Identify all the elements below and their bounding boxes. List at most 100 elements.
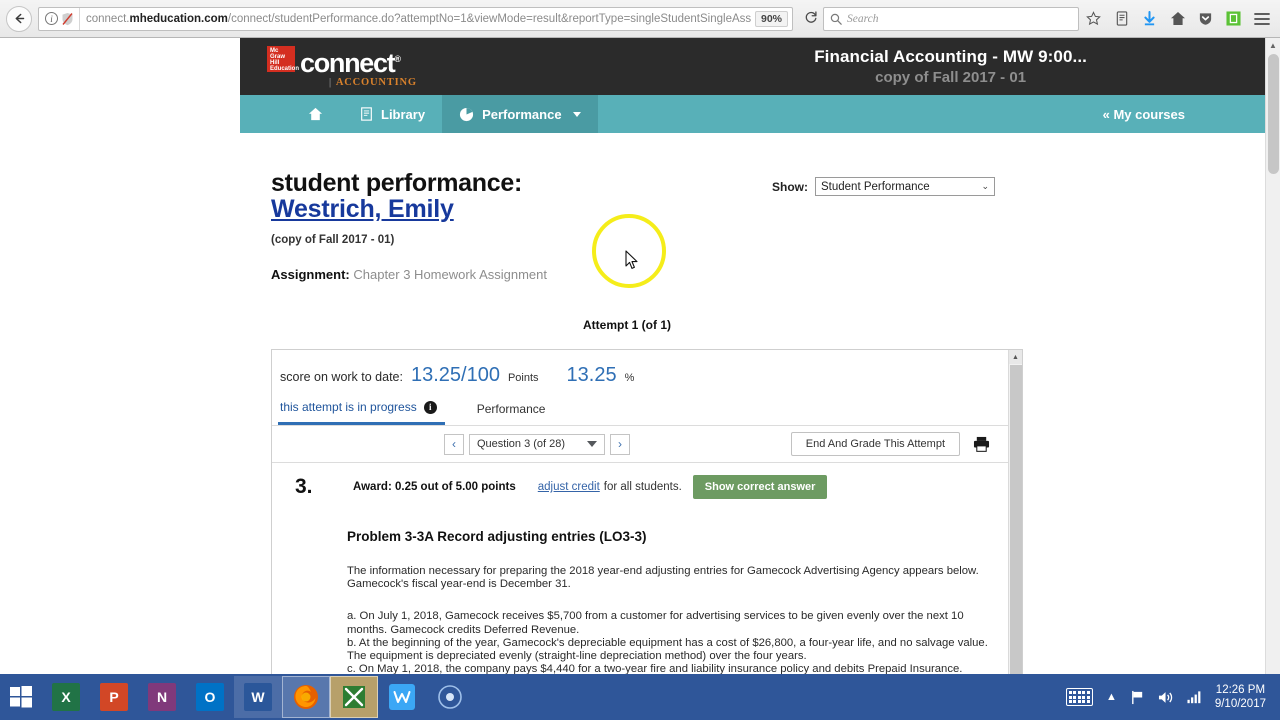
wps-writer-icon bbox=[389, 684, 415, 710]
nav-label-performance: Performance bbox=[482, 106, 562, 122]
taskbar-app-powerpoint[interactable]: P bbox=[90, 676, 138, 718]
bookmark-star-icon[interactable] bbox=[1085, 10, 1102, 27]
reload-button[interactable] bbox=[799, 10, 823, 27]
start-button[interactable] bbox=[0, 674, 42, 720]
site-info-icon[interactable]: i bbox=[45, 12, 58, 25]
question-dropdown[interactable]: Question 3 (of 28) bbox=[469, 433, 605, 455]
search-placeholder: Search bbox=[847, 12, 879, 25]
course-subtitle: copy of Fall 2017 - 01 bbox=[875, 69, 1027, 86]
main-nav: Library Performance « My courses bbox=[240, 95, 1265, 133]
show-correct-answer-button[interactable]: Show correct answer bbox=[692, 475, 828, 499]
connect-subject-label: | ACCOUNTING bbox=[329, 76, 417, 88]
scroll-up-icon[interactable]: ▲ bbox=[1009, 350, 1022, 364]
signal-strength-icon[interactable] bbox=[1187, 690, 1202, 704]
previous-question-button[interactable]: ‹ bbox=[444, 433, 464, 455]
outlook-icon: O bbox=[196, 683, 224, 711]
taskbar-app-outlook[interactable]: O bbox=[186, 676, 234, 718]
nav-item-home[interactable] bbox=[288, 95, 343, 133]
problem-heading: Problem 3-3A Record adjusting entries (L… bbox=[347, 529, 647, 544]
shield-blocked-icon[interactable] bbox=[61, 12, 74, 26]
show-dropdown-value: Student Performance bbox=[821, 180, 930, 193]
home-icon[interactable] bbox=[1169, 10, 1186, 27]
question-award-row: 3. Award: 0.25 out of 5.00 points adjust… bbox=[272, 463, 1022, 499]
firefox-icon bbox=[294, 685, 318, 709]
network-flag-icon[interactable] bbox=[1130, 690, 1145, 705]
excel-icon: X bbox=[52, 683, 80, 711]
percent-sign: % bbox=[624, 372, 635, 384]
keyboard-icon[interactable] bbox=[1065, 688, 1093, 706]
award-text: Award: 0.25 out of 5.00 points bbox=[353, 481, 516, 493]
score-value: 13.25/100 bbox=[410, 364, 500, 386]
clock[interactable]: 12:26 PM 9/10/2017 bbox=[1215, 683, 1270, 711]
taskbar-app-wps[interactable] bbox=[378, 676, 426, 718]
question-number: 3. bbox=[295, 475, 313, 498]
page-scrollbar[interactable]: ▲ bbox=[1265, 38, 1280, 674]
taskbar-app-onenote[interactable]: N bbox=[138, 676, 186, 718]
nav-label-library: Library bbox=[381, 106, 426, 122]
taskbar-app-camtasia[interactable] bbox=[330, 676, 378, 718]
tab-label-performance: Performance bbox=[476, 401, 546, 416]
show-label: Show: bbox=[772, 179, 808, 194]
next-question-button[interactable]: › bbox=[610, 433, 630, 455]
info-icon[interactable]: i bbox=[423, 400, 437, 414]
course-header: Financial Accounting - MW 9:00... copy o… bbox=[814, 47, 1087, 86]
assignment-name: Chapter 3 Homework Assignment bbox=[353, 267, 548, 282]
award-value: 0.25 out of 5.00 points bbox=[394, 481, 516, 493]
tab-performance[interactable]: Performance bbox=[475, 402, 554, 424]
chevron-down-icon bbox=[587, 441, 597, 447]
assignment-label: Assignment: bbox=[271, 267, 350, 282]
word-icon: W bbox=[244, 683, 272, 711]
performance-icon bbox=[460, 107, 474, 121]
connect-wordmark: connect® bbox=[300, 47, 401, 78]
browser-toolbar: i connect.mheducation.com/connect/studen… bbox=[0, 0, 1280, 38]
back-button[interactable] bbox=[6, 5, 32, 32]
volume-icon[interactable] bbox=[1158, 690, 1174, 705]
nav-item-library[interactable]: Library bbox=[343, 95, 442, 133]
address-bar[interactable]: i connect.mheducation.com/connect/studen… bbox=[38, 6, 793, 31]
score-percent: 13.25 bbox=[566, 364, 617, 386]
camtasia-icon bbox=[343, 686, 365, 708]
page-scroll-thumb[interactable] bbox=[1268, 54, 1279, 174]
score-unit: Points bbox=[507, 372, 539, 384]
course-copy-label: (copy of Fall 2017 - 01) bbox=[271, 234, 395, 246]
system-tray: ▲ 12:26 PM 9/10/2017 bbox=[1065, 683, 1280, 711]
attempt-label: Attempt 1 (of 1) bbox=[583, 318, 671, 332]
panel-scrollbar[interactable]: ▲ bbox=[1008, 350, 1022, 674]
nav-item-performance[interactable]: Performance bbox=[442, 95, 598, 133]
taskbar-app-firefox[interactable] bbox=[282, 676, 330, 718]
zoom-level-badge[interactable]: 90% bbox=[754, 10, 788, 27]
page-title: student performance: bbox=[271, 169, 522, 197]
taskbar-app-excel[interactable]: X bbox=[42, 676, 90, 718]
connect-header: Mc Graw Hill Education connect® | ACCOUNT… bbox=[240, 38, 1265, 95]
home-icon bbox=[308, 107, 323, 121]
library-icon bbox=[361, 107, 372, 121]
panel-scroll-thumb[interactable] bbox=[1010, 365, 1022, 674]
show-hidden-icons-chevron[interactable]: ▲ bbox=[1106, 691, 1117, 703]
end-and-grade-button[interactable]: End And Grade This Attempt bbox=[790, 432, 960, 456]
tab-attempt-in-progress[interactable]: this attempt is in progress i bbox=[278, 400, 445, 425]
taskbar-app-word[interactable]: W bbox=[234, 676, 282, 718]
hamburger-menu-icon[interactable] bbox=[1253, 10, 1270, 27]
tab-label-in-progress: this attempt is in progress bbox=[280, 400, 417, 414]
assignment-row: Assignment: Chapter 3 Homework Assignmen… bbox=[271, 267, 547, 282]
connect-logo[interactable]: Mc Graw Hill Education connect® | ACCOUNT… bbox=[267, 45, 417, 88]
problem-items: a. On July 1, 2018, Gamecock receives $5… bbox=[347, 610, 988, 674]
browser-search-box[interactable]: Search bbox=[823, 6, 1079, 31]
my-courses-link[interactable]: « My courses bbox=[1103, 95, 1265, 133]
reading-list-icon[interactable] bbox=[1113, 10, 1130, 27]
student-name-link[interactable]: Westrich, Emily bbox=[271, 195, 454, 224]
taskbar-app-recorder[interactable] bbox=[426, 676, 474, 718]
onenote-icon: N bbox=[148, 683, 176, 711]
pocket-shield-icon[interactable] bbox=[1197, 10, 1214, 27]
page-viewport: Mc Graw Hill Education connect® | ACCOUNT… bbox=[0, 38, 1280, 674]
print-icon[interactable] bbox=[973, 436, 990, 452]
url-text: connect.mheducation.com/connect/studentP… bbox=[79, 7, 751, 30]
scroll-up-icon[interactable]: ▲ bbox=[1266, 38, 1280, 53]
question-selector-group: ‹ Question 3 (of 28) › bbox=[444, 433, 630, 455]
downloads-arrow-icon[interactable] bbox=[1141, 10, 1158, 27]
browser-chrome-icons bbox=[1085, 10, 1274, 27]
show-dropdown[interactable]: Student Performance ⌄ bbox=[815, 177, 995, 196]
screen-recorder-icon[interactable] bbox=[1225, 10, 1242, 27]
adjust-credit-link[interactable]: adjust credit bbox=[538, 481, 600, 493]
